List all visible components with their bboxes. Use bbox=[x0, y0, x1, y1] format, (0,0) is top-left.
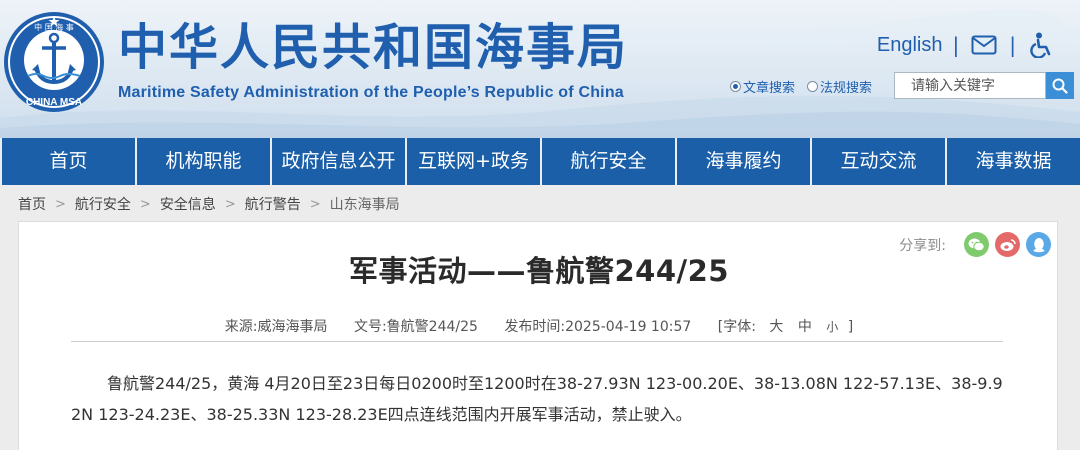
nav-item-internet-gov[interactable]: 互联网+政务 bbox=[407, 138, 542, 185]
meta-date-label: 发布时间: bbox=[504, 319, 566, 335]
font-size-controls: [字体: 大 中 小 ] bbox=[718, 319, 853, 335]
nav-item-functions[interactable]: 机构职能 bbox=[137, 138, 272, 185]
article-title: 军事活动——鲁航警244/25 bbox=[349, 254, 729, 288]
meta-date: 发布时间:2025-04-19 10:57 bbox=[504, 319, 691, 335]
meta-doc-label: 文号: bbox=[353, 319, 387, 335]
meta-source-label: 来源: bbox=[224, 319, 258, 335]
site-title-english: Maritime Safety Administration of the Pe… bbox=[118, 84, 624, 101]
article-body: 鲁航警244/25，黄海 4月20日至23日每日0200时至1200时在38-2… bbox=[71, 374, 1003, 424]
article-meta: 来源:威海海事局 文号:鲁航警244/25 发布时间:2025-04-19 10… bbox=[19, 316, 1059, 336]
meta-date-value: 2025-04-19 10:57 bbox=[565, 319, 692, 335]
search-button[interactable] bbox=[1046, 72, 1074, 99]
search-input[interactable] bbox=[894, 72, 1046, 99]
breadcrumb-safety-info[interactable]: 安全信息 bbox=[160, 194, 216, 214]
radio-checked-icon bbox=[730, 81, 741, 92]
regulation-search-label: 法规搜索 bbox=[820, 81, 873, 96]
nav-item-interaction[interactable]: 互动交流 bbox=[812, 138, 947, 185]
regulation-search-radio[interactable]: 法规搜索 bbox=[807, 77, 872, 96]
accessibility-icon[interactable] bbox=[1026, 32, 1056, 58]
article-panel: 分享到: 军事活动——鲁航警244/25 来源:威海海事局 文号:鲁航警244/… bbox=[18, 221, 1058, 450]
breadcrumb-navigation-safety[interactable]: 航行安全 bbox=[75, 194, 131, 214]
radio-unchecked-icon bbox=[807, 81, 819, 92]
nav-item-home[interactable]: 首页 bbox=[0, 138, 137, 185]
meta-source: 来源:威海海事局 bbox=[225, 319, 328, 335]
font-size-label: [字体: bbox=[717, 319, 756, 335]
china-msa-logo: 中 国 海 事 CHINA MSA bbox=[4, 12, 104, 112]
chevron-right-icon: > bbox=[224, 196, 236, 212]
meta-doc-value: 鲁航警244/25 bbox=[386, 319, 478, 335]
chevron-right-icon: > bbox=[55, 196, 66, 212]
font-size-large-button[interactable]: 大 bbox=[769, 319, 783, 335]
english-link[interactable]: English bbox=[877, 34, 943, 57]
nav-item-navigation-safety[interactable]: 航行安全 bbox=[542, 138, 677, 185]
search-icon bbox=[1052, 78, 1068, 94]
article-search-label: 文章搜索 bbox=[743, 81, 796, 96]
site-title-chinese: 中华人民共和国海事局 bbox=[118, 19, 629, 76]
site-header: 中 国 海 事 CHINA MSA 中华人民共和国海事局 Maritime Sa… bbox=[0, 0, 1080, 138]
logo-bottom-text: CHINA MSA bbox=[26, 97, 82, 108]
font-size-medium-button[interactable]: 中 bbox=[798, 319, 812, 335]
nav-item-compliance[interactable]: 海事履约 bbox=[677, 138, 812, 185]
nav-item-data[interactable]: 海事数据 bbox=[947, 138, 1080, 185]
search-type-options: 文章搜索 法规搜索 bbox=[730, 77, 872, 96]
envelope-icon[interactable] bbox=[969, 32, 999, 58]
top-links: English | | bbox=[877, 32, 1056, 58]
breadcrumb-home[interactable]: 首页 bbox=[18, 194, 46, 214]
font-size-close-bracket: ] bbox=[847, 319, 854, 335]
logo-top-text: 中 国 海 事 bbox=[34, 22, 74, 32]
chevron-right-icon: > bbox=[139, 196, 151, 212]
divider: | bbox=[1009, 33, 1016, 57]
nav-item-gov-info[interactable]: 政府信息公开 bbox=[272, 138, 407, 185]
article-search-radio[interactable]: 文章搜索 bbox=[730, 77, 795, 96]
main-nav: 首页 机构职能 政府信息公开 互联网+政务 航行安全 海事履约 互动交流 海事数… bbox=[0, 138, 1080, 185]
breadcrumb: 首页 > 航行安全 > 安全信息 > 航行警告 > 山东海事局 bbox=[18, 194, 400, 214]
meta-source-value: 威海海事局 bbox=[257, 319, 328, 335]
meta-divider bbox=[71, 341, 1003, 342]
breadcrumb-nav-warnings[interactable]: 航行警告 bbox=[245, 194, 301, 214]
divider: | bbox=[952, 33, 960, 57]
chevron-right-icon: > bbox=[309, 196, 321, 212]
font-size-small-button[interactable]: 小 bbox=[826, 320, 838, 334]
breadcrumb-shandong-msa[interactable]: 山东海事局 bbox=[330, 194, 400, 214]
meta-doc-number: 文号:鲁航警244/25 bbox=[354, 319, 478, 335]
